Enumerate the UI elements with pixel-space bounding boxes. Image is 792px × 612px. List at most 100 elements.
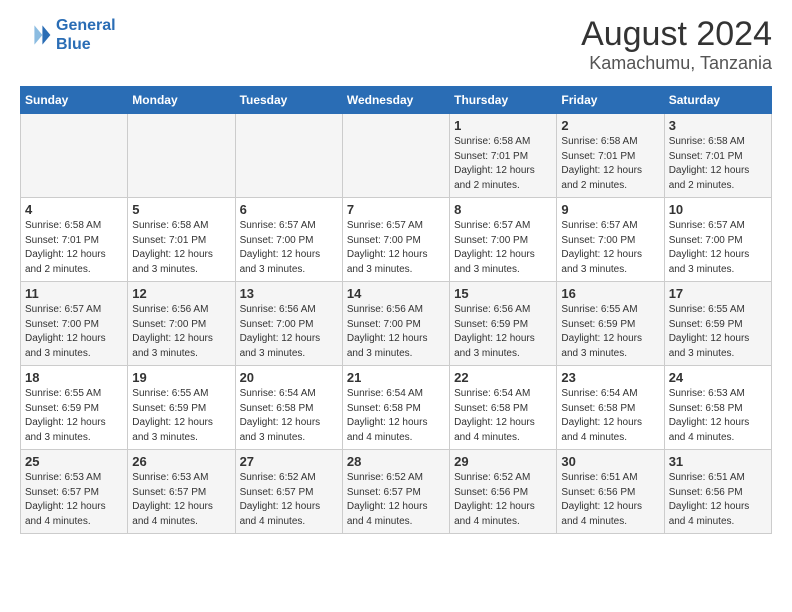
day-number: 21: [347, 370, 445, 385]
weekday-header-monday: Monday: [128, 87, 235, 114]
day-info: Sunrise: 6:58 AM Sunset: 7:01 PM Dayligh…: [561, 135, 659, 193]
day-number: 20: [240, 370, 338, 385]
calendar-cell: 31 Sunrise: 6:51 AM Sunset: 6:56 PM Dayli…: [664, 450, 771, 534]
logo: General Blue: [20, 16, 116, 54]
day-number: 2: [561, 118, 659, 133]
weekday-header-tuesday: Tuesday: [235, 87, 342, 114]
day-info: Sunrise: 6:57 AM Sunset: 7:00 PM Dayligh…: [240, 219, 338, 277]
calendar-cell: 10 Sunrise: 6:57 AM Sunset: 7:00 PM Dayli…: [664, 198, 771, 282]
day-number: 12: [132, 286, 230, 301]
calendar-cell: 21Sunrise: 6:54 AM Sunset: 6:58 PM Dayli…: [342, 366, 449, 450]
day-number: 6: [240, 202, 338, 217]
calendar-week-4: 18 Sunrise: 6:55 AM Sunset: 6:59 PM Dayli…: [21, 366, 772, 450]
day-info: Sunrise: 6:57 AM Sunset: 7:00 PM Dayligh…: [347, 219, 445, 277]
day-info: Sunrise: 6:52 AM Sunset: 6:57 PM Dayligh…: [240, 471, 338, 529]
day-number: 30: [561, 454, 659, 469]
day-info: Sunrise: 6:52 AM Sunset: 6:57 PM Dayligh…: [347, 471, 445, 529]
calendar-cell: 27 Sunrise: 6:52 AM Sunset: 6:57 PM Dayli…: [235, 450, 342, 534]
day-info: Sunrise: 6:53 AM Sunset: 6:58 PM Dayligh…: [669, 387, 767, 445]
calendar-cell: 26Sunrise: 6:53 AM Sunset: 6:57 PM Dayli…: [128, 450, 235, 534]
day-info: Sunrise: 6:54 AM Sunset: 6:58 PM Dayligh…: [454, 387, 552, 445]
calendar-cell: 29 Sunrise: 6:52 AM Sunset: 6:56 PM Dayli…: [450, 450, 557, 534]
day-info: Sunrise: 6:51 AM Sunset: 6:56 PM Dayligh…: [669, 471, 767, 529]
day-info: Sunrise: 6:56 AM Sunset: 7:00 PM Dayligh…: [132, 303, 230, 361]
day-number: 18: [25, 370, 123, 385]
calendar-week-5: 25 Sunrise: 6:53 AM Sunset: 6:57 PM Dayli…: [21, 450, 772, 534]
calendar-subtitle: Kamachumu, Tanzania: [581, 53, 772, 74]
day-info: Sunrise: 6:55 AM Sunset: 6:59 PM Dayligh…: [132, 387, 230, 445]
day-info: Sunrise: 6:57 AM Sunset: 7:00 PM Dayligh…: [561, 219, 659, 277]
day-info: Sunrise: 6:56 AM Sunset: 7:00 PM Dayligh…: [347, 303, 445, 361]
day-number: 4: [25, 202, 123, 217]
calendar-cell: [128, 114, 235, 198]
calendar-week-2: 4 Sunrise: 6:58 AM Sunset: 7:01 PM Daylig…: [21, 198, 772, 282]
day-info: Sunrise: 6:57 AM Sunset: 7:00 PM Dayligh…: [25, 303, 123, 361]
day-info: Sunrise: 6:54 AM Sunset: 6:58 PM Dayligh…: [240, 387, 338, 445]
day-number: 11: [25, 286, 123, 301]
calendar-cell: 19 Sunrise: 6:55 AM Sunset: 6:59 PM Dayli…: [128, 366, 235, 450]
day-info: Sunrise: 6:55 AM Sunset: 6:59 PM Dayligh…: [669, 303, 767, 361]
day-number: 3: [669, 118, 767, 133]
calendar-cell: 17 Sunrise: 6:55 AM Sunset: 6:59 PM Dayli…: [664, 282, 771, 366]
logo-icon: [20, 19, 52, 51]
day-info: Sunrise: 6:57 AM Sunset: 7:00 PM Dayligh…: [669, 219, 767, 277]
weekday-header-friday: Friday: [557, 87, 664, 114]
calendar-cell: 15 Sunrise: 6:56 AM Sunset: 6:59 PM Dayli…: [450, 282, 557, 366]
day-info: Sunrise: 6:56 AM Sunset: 6:59 PM Dayligh…: [454, 303, 552, 361]
day-info: Sunrise: 6:51 AM Sunset: 6:56 PM Dayligh…: [561, 471, 659, 529]
calendar-cell: 20 Sunrise: 6:54 AM Sunset: 6:58 PM Dayli…: [235, 366, 342, 450]
day-number: 9: [561, 202, 659, 217]
weekday-header-wednesday: Wednesday: [342, 87, 449, 114]
day-number: 7: [347, 202, 445, 217]
day-number: 15: [454, 286, 552, 301]
day-info: Sunrise: 6:55 AM Sunset: 6:59 PM Dayligh…: [25, 387, 123, 445]
day-number: 24: [669, 370, 767, 385]
day-info: Sunrise: 6:58 AM Sunset: 7:01 PM Dayligh…: [454, 135, 552, 193]
calendar-cell: 2 Sunrise: 6:58 AM Sunset: 7:01 PM Daylig…: [557, 114, 664, 198]
page-header: General Blue August 2024 Kamachumu, Tanz…: [20, 16, 772, 74]
calendar-cell: 18 Sunrise: 6:55 AM Sunset: 6:59 PM Dayli…: [21, 366, 128, 450]
calendar-cell: 8Sunrise: 6:57 AM Sunset: 7:00 PM Daylig…: [450, 198, 557, 282]
calendar-cell: 23Sunrise: 6:54 AM Sunset: 6:58 PM Dayli…: [557, 366, 664, 450]
day-number: 27: [240, 454, 338, 469]
calendar-cell: 30 Sunrise: 6:51 AM Sunset: 6:56 PM Dayli…: [557, 450, 664, 534]
weekday-header-row: SundayMondayTuesdayWednesdayThursdayFrid…: [21, 87, 772, 114]
day-number: 25: [25, 454, 123, 469]
day-number: 31: [669, 454, 767, 469]
day-number: 28: [347, 454, 445, 469]
calendar-cell: 9 Sunrise: 6:57 AM Sunset: 7:00 PM Daylig…: [557, 198, 664, 282]
day-info: Sunrise: 6:52 AM Sunset: 6:56 PM Dayligh…: [454, 471, 552, 529]
calendar-week-3: 11 Sunrise: 6:57 AM Sunset: 7:00 PM Dayli…: [21, 282, 772, 366]
logo-line2: Blue: [56, 36, 91, 53]
day-number: 23: [561, 370, 659, 385]
calendar-cell: 14 Sunrise: 6:56 AM Sunset: 7:00 PM Dayli…: [342, 282, 449, 366]
weekday-header-saturday: Saturday: [664, 87, 771, 114]
day-number: 10: [669, 202, 767, 217]
logo-text: General Blue: [56, 16, 116, 54]
day-number: 17: [669, 286, 767, 301]
calendar-cell: 3Sunrise: 6:58 AM Sunset: 7:01 PM Daylig…: [664, 114, 771, 198]
day-info: Sunrise: 6:53 AM Sunset: 6:57 PM Dayligh…: [25, 471, 123, 529]
calendar-cell: 5Sunrise: 6:58 AM Sunset: 7:01 PM Daylig…: [128, 198, 235, 282]
calendar-week-1: 1Sunrise: 6:58 AM Sunset: 7:01 PM Daylig…: [21, 114, 772, 198]
day-info: Sunrise: 6:58 AM Sunset: 7:01 PM Dayligh…: [132, 219, 230, 277]
day-number: 19: [132, 370, 230, 385]
calendar-cell: 11 Sunrise: 6:57 AM Sunset: 7:00 PM Dayli…: [21, 282, 128, 366]
day-info: Sunrise: 6:56 AM Sunset: 7:00 PM Dayligh…: [240, 303, 338, 361]
calendar-cell: 28 Sunrise: 6:52 AM Sunset: 6:57 PM Dayli…: [342, 450, 449, 534]
day-number: 14: [347, 286, 445, 301]
calendar-cell: 24 Sunrise: 6:53 AM Sunset: 6:58 PM Dayli…: [664, 366, 771, 450]
calendar-cell: 4Sunrise: 6:58 AM Sunset: 7:01 PM Daylig…: [21, 198, 128, 282]
calendar-cell: [342, 114, 449, 198]
calendar-cell: 1Sunrise: 6:58 AM Sunset: 7:01 PM Daylig…: [450, 114, 557, 198]
day-info: Sunrise: 6:55 AM Sunset: 6:59 PM Dayligh…: [561, 303, 659, 361]
calendar-cell: [21, 114, 128, 198]
day-number: 29: [454, 454, 552, 469]
calendar-cell: 25 Sunrise: 6:53 AM Sunset: 6:57 PM Dayli…: [21, 450, 128, 534]
day-info: Sunrise: 6:57 AM Sunset: 7:00 PM Dayligh…: [454, 219, 552, 277]
calendar-title: August 2024: [581, 16, 772, 53]
day-number: 22: [454, 370, 552, 385]
weekday-header-sunday: Sunday: [21, 87, 128, 114]
calendar-cell: 7 Sunrise: 6:57 AM Sunset: 7:00 PM Daylig…: [342, 198, 449, 282]
title-block: August 2024 Kamachumu, Tanzania: [581, 16, 772, 74]
